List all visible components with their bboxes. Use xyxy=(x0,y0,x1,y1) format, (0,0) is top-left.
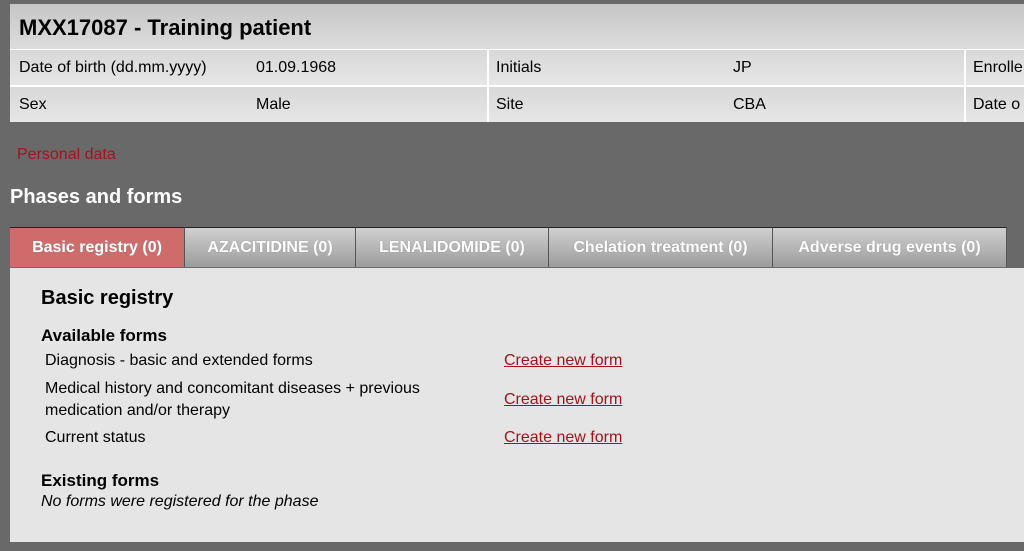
dob-label: Date of birth (dd.mm.yyyy) xyxy=(19,59,207,76)
tab-lenalidomide[interactable]: LENALIDOMIDE (0) xyxy=(356,227,549,267)
site-value: CBA xyxy=(733,96,766,113)
panel-title: Basic registry xyxy=(41,287,174,309)
tab-basic-registry[interactable]: Basic registry (0) xyxy=(10,227,185,267)
create-new-form-link[interactable]: Create new form xyxy=(504,352,622,370)
form-name: Diagnosis - basic and extended forms xyxy=(45,352,313,369)
create-new-form-link[interactable]: Create new form xyxy=(504,429,622,447)
title-row: MXX17087 - Training patient xyxy=(10,4,1024,49)
create-new-form-link[interactable]: Create new form xyxy=(504,391,622,409)
sex-value: Male xyxy=(256,96,291,113)
sex-label: Sex xyxy=(19,96,47,113)
form-name: Current status xyxy=(45,429,146,446)
personal-data-link[interactable]: Personal data xyxy=(17,146,116,164)
dob-value: 01.09.1968 xyxy=(256,59,337,76)
existing-forms-heading: Existing forms xyxy=(41,471,160,490)
date-label: Date o xyxy=(973,96,1021,113)
initials-label: Initials xyxy=(496,59,542,76)
site-label: Site xyxy=(496,96,524,113)
info-row: Sex Male Site CBA Date o xyxy=(10,87,1024,122)
available-forms-heading: Available forms xyxy=(41,326,167,345)
initials-value: JP xyxy=(733,59,752,76)
patient-header: MXX17087 - Training patient Date of birt… xyxy=(10,4,1024,122)
phase-panel: Basic registry Available forms Diagnosis… xyxy=(10,268,1024,542)
tab-azacitidine[interactable]: AZACITIDINE (0) xyxy=(185,227,356,267)
phases-title: Phases and forms xyxy=(10,186,183,208)
tab-chelation-treatment[interactable]: Chelation treatment (0) xyxy=(549,227,773,267)
enrolled-label: Enrolle xyxy=(973,59,1023,76)
tab-adverse-drug-events[interactable]: Adverse drug events (0) xyxy=(773,227,1007,267)
form-name-line2: medication and/or therapy xyxy=(45,402,230,419)
page-title: MXX17087 - Training patient xyxy=(19,15,312,40)
info-row: Date of birth (dd.mm.yyyy) 01.09.1968 Ini… xyxy=(10,50,1024,85)
form-name-line1: Medical history and concomitant diseases… xyxy=(45,380,420,397)
no-forms-message: No forms were registered for the phase xyxy=(41,493,319,510)
